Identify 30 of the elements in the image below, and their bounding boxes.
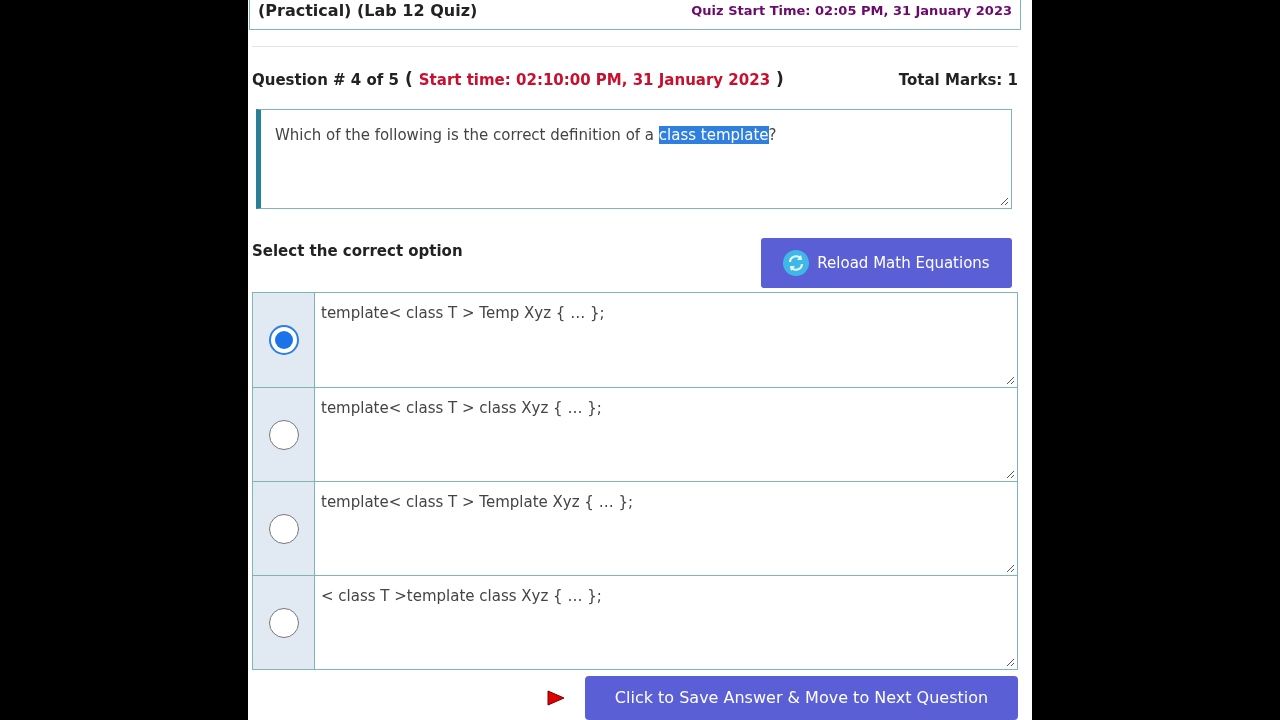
question-text: Which of the following is the correct definition of a class template?	[275, 124, 778, 146]
option-text-area[interactable]: template< class T > Temp Xyz { … };	[315, 293, 1017, 387]
option-text: template< class T > Temp Xyz { … };	[321, 304, 605, 322]
play-icon	[547, 690, 565, 706]
quiz-title: (Practical) (Lab 12 Quiz)	[258, 0, 478, 22]
save-next-button[interactable]: Click to Save Answer & Move to Next Question	[585, 676, 1018, 720]
quiz-start-time: Quiz Start Time: 02:05 PM, 31 January 2023	[691, 2, 1012, 20]
option-text: template< class T > Template Xyz { … };	[321, 493, 633, 511]
radio-button[interactable]	[268, 325, 299, 355]
reload-math-button[interactable]: Reload Math Equations	[761, 238, 1012, 288]
start-time: Start time: 02:10:00 PM, 31 January 2023	[418, 69, 771, 91]
radio-button[interactable]	[268, 607, 299, 638]
radio-button[interactable]	[268, 513, 299, 544]
option-text-area[interactable]: < class T >template class Xyz { … };	[315, 576, 1017, 669]
option-text: template< class T > class Xyz { … };	[321, 399, 602, 417]
close-paren: )	[776, 68, 784, 91]
option-text: < class T >template class Xyz { … };	[321, 587, 602, 605]
resize-grip-icon[interactable]	[999, 196, 1009, 206]
question-number: Question # 4 of 5	[252, 69, 399, 91]
select-option-label: Select the correct option	[252, 241, 463, 262]
open-paren: (	[405, 68, 413, 91]
resize-grip-icon[interactable]	[1005, 563, 1015, 573]
option-text-area[interactable]: template< class T > Template Xyz { … };	[315, 482, 1017, 575]
radio-button[interactable]	[268, 419, 299, 450]
refresh-icon	[783, 250, 810, 276]
resize-grip-icon[interactable]	[1005, 657, 1015, 667]
total-marks: Total Marks: 1	[898, 69, 1018, 91]
resize-grip-icon[interactable]	[1005, 375, 1015, 385]
resize-grip-icon[interactable]	[1005, 469, 1015, 479]
option-text-area[interactable]: template< class T > class Xyz { … };	[315, 388, 1017, 481]
